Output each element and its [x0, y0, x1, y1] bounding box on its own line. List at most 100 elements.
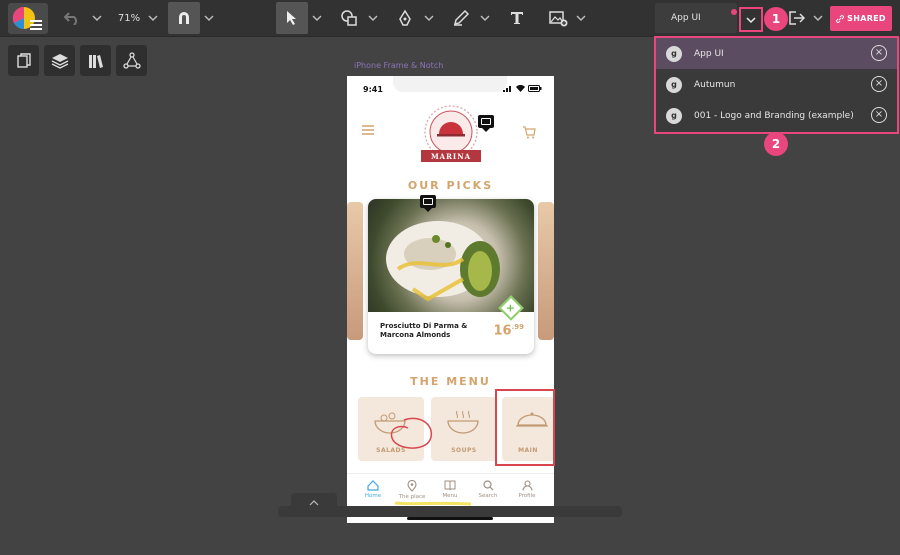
status-time: 9:41	[363, 85, 383, 94]
document-selector[interactable]: App UI	[655, 3, 737, 33]
export-button[interactable]	[786, 2, 808, 34]
phone-notch	[393, 76, 507, 92]
image-tool-button[interactable]	[545, 2, 571, 34]
pencil-tool-button[interactable]	[448, 2, 474, 34]
search-icon	[482, 480, 493, 491]
our-picks-title: OUR PICKS	[407, 179, 494, 192]
nav-label: Search	[478, 493, 498, 499]
chevron-down-icon[interactable]	[204, 13, 214, 23]
battery-icon	[528, 85, 542, 92]
document-item-label: App UI	[694, 48, 724, 59]
chevron-down-icon[interactable]	[312, 13, 322, 23]
cart-icon[interactable]	[522, 126, 536, 139]
document-icon: g	[666, 107, 682, 124]
zoom-level[interactable]: 71%	[115, 2, 143, 34]
dish-photo	[368, 199, 534, 312]
nav-label: Profile	[518, 493, 536, 499]
shared-label: SHARED	[847, 14, 886, 23]
layers-panel-button[interactable]	[44, 45, 75, 76]
frame-label[interactable]: iPhone Frame & Notch	[354, 61, 443, 70]
comment-bubble-icon[interactable]	[420, 195, 436, 212]
nav-menu[interactable]: Menu	[432, 480, 468, 499]
chevron-down-icon	[746, 16, 756, 23]
nav-the-place[interactable]: The place	[394, 479, 430, 500]
document-dropdown-toggle[interactable]	[739, 7, 763, 32]
pencil-icon	[453, 9, 470, 26]
network-nodes-icon	[122, 51, 141, 69]
close-icon[interactable]: ×	[871, 107, 887, 123]
document-item-label: Autumun	[694, 79, 736, 90]
image-add-icon	[549, 11, 568, 27]
status-icons	[503, 85, 542, 92]
cursor-arrow-icon	[287, 11, 296, 25]
price-cents: .99	[511, 323, 524, 331]
document-item-app-ui[interactable]: g App UI ×	[656, 38, 897, 69]
soup-bowl-icon	[447, 410, 479, 434]
chevron-down-icon[interactable]	[92, 13, 102, 23]
text-t-icon	[511, 12, 523, 24]
horizontal-scrollbar[interactable]	[278, 506, 622, 517]
nav-home[interactable]: Home	[355, 480, 391, 499]
user-icon	[521, 480, 533, 491]
app-logo-icon	[12, 6, 42, 30]
document-icon: g	[666, 76, 682, 93]
document-item-logo-branding[interactable]: g 001 - Logo and Branding (example) ×	[656, 100, 897, 131]
nav-label: Home	[364, 493, 382, 499]
the-menu-title: THE MENU	[410, 375, 491, 388]
tile-label: SOUPS	[451, 447, 477, 454]
pages-panel-button[interactable]	[8, 45, 39, 76]
brand-name: MARINA	[421, 150, 481, 162]
chevron-down-icon[interactable]	[368, 13, 378, 23]
close-icon[interactable]: ×	[871, 76, 887, 92]
snap-magnet-button[interactable]	[168, 2, 200, 34]
app-logo-menu-button[interactable]	[8, 3, 48, 34]
comment-bubble-icon[interactable]	[478, 115, 494, 132]
freehand-circle-annotation[interactable]	[386, 414, 436, 452]
home-indicator	[407, 517, 493, 520]
highlight-box-main-tile[interactable]	[495, 389, 555, 466]
document-item-autumun[interactable]: g Autumun ×	[656, 69, 897, 100]
undo-button[interactable]	[61, 2, 83, 34]
chevron-down-icon[interactable]	[576, 13, 586, 23]
unsaved-indicator	[731, 9, 737, 15]
document-item-label: 001 - Logo and Branding (example)	[694, 110, 854, 121]
wifi-icon	[516, 85, 525, 92]
nav-search[interactable]: Search	[470, 480, 506, 499]
layers-icon	[51, 53, 68, 69]
card-left-peek[interactable]	[347, 202, 363, 340]
documents-dropdown: g App UI × g Autumun × g 001 - Logo and …	[654, 36, 899, 134]
menu-tile-soups[interactable]: SOUPS	[431, 397, 497, 461]
shapes-icon	[341, 10, 357, 26]
step-marker-1: 1	[764, 7, 788, 31]
pages-icon	[16, 52, 31, 68]
undo-icon	[64, 12, 77, 25]
shape-tool-button[interactable]	[336, 2, 362, 34]
link-icon	[836, 14, 845, 23]
chevron-down-icon[interactable]	[813, 13, 823, 23]
select-tool-button[interactable]	[276, 2, 308, 34]
nav-profile[interactable]: Profile	[509, 480, 545, 499]
pen-tool-button[interactable]	[392, 2, 418, 34]
text-tool-button[interactable]	[504, 2, 530, 34]
pen-nib-icon	[399, 9, 411, 26]
chevron-down-icon[interactable]	[480, 13, 490, 23]
library-panel-button[interactable]	[80, 45, 111, 76]
magnet-icon	[179, 12, 189, 24]
signal-icon	[503, 86, 511, 92]
hamburger-menu-icon[interactable]	[361, 124, 375, 136]
dish-name: Prosciutto Di Parma & Marcona Almonds	[380, 322, 468, 339]
shared-button[interactable]: SHARED	[830, 6, 892, 31]
price-main: 16	[493, 323, 512, 339]
document-icon: g	[666, 45, 682, 62]
nav-label: Menu	[442, 493, 458, 499]
step-marker-2: 2	[764, 132, 788, 156]
chevron-down-icon[interactable]	[148, 13, 158, 23]
featured-dish-card[interactable]: + Prosciutto Di Parma & Marcona Almonds …	[368, 199, 534, 354]
components-panel-button[interactable]	[116, 45, 147, 76]
card-right-peek[interactable]	[538, 202, 554, 340]
dish-price: 16.99	[494, 323, 525, 338]
close-icon[interactable]: ×	[871, 45, 887, 61]
chevron-down-icon[interactable]	[424, 13, 434, 23]
export-arrow-icon	[789, 11, 806, 25]
open-book-icon	[444, 480, 456, 491]
